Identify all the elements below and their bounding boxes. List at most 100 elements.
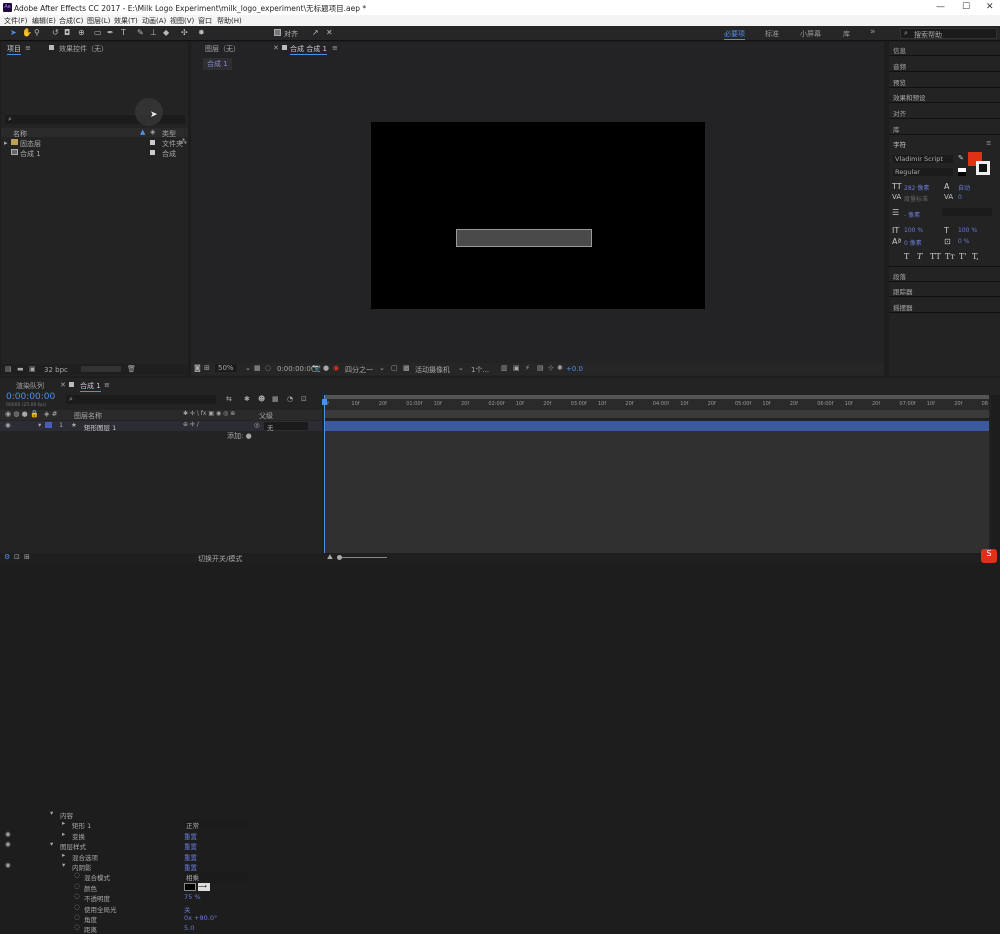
layer-name-column[interactable]: 图层名称 — [74, 411, 102, 421]
all-caps-button[interactable]: TT — [930, 252, 941, 261]
property-value[interactable]: 0x +90.0° — [184, 914, 217, 922]
eye-icon[interactable]: ◉ — [5, 421, 11, 429]
new-folder-icon[interactable]: ▬ — [17, 365, 24, 373]
chevron-down-icon[interactable]: ⌄ — [458, 364, 464, 372]
region-of-interest-icon[interactable]: ▢ — [391, 364, 398, 372]
stopwatch-icon[interactable]: ◌ — [74, 882, 80, 890]
property-row[interactable]: ◌ 角度 0x +90.0° — [0, 913, 322, 924]
subscript-button[interactable]: T, — [972, 252, 979, 261]
stopwatch-icon[interactable]: ◌ — [74, 923, 80, 931]
trash-icon[interactable]: 🗑 — [127, 365, 136, 373]
more-workspaces-button[interactable]: » — [870, 27, 876, 37]
property-row[interactable]: ◌ 颜色 ⟶ — [0, 882, 322, 893]
parent-pickwhip-icon[interactable]: ◎ — [254, 421, 260, 429]
project-tab-menu-icon[interactable]: ≡ — [25, 44, 31, 52]
interpret-footage-icon[interactable]: ▤ — [5, 365, 12, 373]
eye-icon[interactable]: ◉ — [5, 840, 11, 848]
expand-arrow-icon[interactable]: ▾ — [50, 840, 53, 848]
maximize-button[interactable]: ☐ — [962, 2, 970, 12]
workspace-small-screen[interactable]: 小屏幕 — [800, 29, 821, 39]
eyedropper-icon[interactable]: ✎ — [958, 154, 964, 162]
menu-file[interactable]: 文件(F) — [4, 16, 28, 26]
pixel-aspect-icon[interactable]: ▣ — [513, 364, 520, 372]
close-button[interactable]: ✕ — [986, 2, 994, 12]
font-family-dropdown[interactable]: Vladimir Script — [893, 155, 953, 163]
stroke-style-dropdown[interactable] — [942, 208, 992, 216]
panel-wiggler[interactable]: 摇摆器 — [893, 302, 913, 312]
rotate-tool-icon[interactable]: ↺ — [52, 28, 59, 37]
transparency-grid-icon[interactable]: ▩ — [403, 364, 410, 372]
stopwatch-icon[interactable]: ◌ — [74, 871, 80, 879]
panel-audio[interactable]: 音频 — [893, 61, 906, 71]
eraser-tool-icon[interactable]: ◆ — [163, 28, 169, 37]
camera-tool-icon[interactable]: ◘ — [64, 28, 70, 37]
stopwatch-icon[interactable]: ◌ — [74, 903, 80, 911]
selection-tool-icon[interactable]: ➤ — [10, 28, 17, 37]
panel-effects-presets[interactable]: 效果和预设 — [893, 92, 926, 102]
workspace-library[interactable]: 库 — [843, 29, 850, 39]
expand-arrow-icon[interactable]: ▾ — [62, 861, 65, 869]
timeline-icon[interactable]: ▤ — [537, 364, 544, 372]
comp-mini-flowchart-icon[interactable]: ⇆ — [226, 395, 232, 403]
panel-align[interactable]: 对齐 — [893, 108, 906, 118]
menu-composition[interactable]: 合成(C) — [59, 16, 83, 26]
expand-arrow-icon[interactable]: ▾ — [50, 809, 53, 817]
new-comp-icon[interactable]: ▣ — [29, 365, 36, 373]
expand-arrow-icon[interactable]: ▸ — [4, 139, 8, 147]
viewer-timecode[interactable]: 0:00:00:00 — [277, 365, 315, 373]
time-navigator[interactable] — [324, 410, 989, 418]
zoom-tool-icon[interactable]: ⚲ — [34, 28, 40, 37]
clone-stamp-tool-icon[interactable]: ⊥ — [150, 28, 157, 37]
project-item[interactable]: 合成 1 合成 — [1, 148, 188, 158]
parent-column[interactable]: 父级 — [259, 411, 273, 421]
kerning-value[interactable]: 度量标准 — [904, 194, 928, 203]
add-menu[interactable]: 添加: ● — [227, 431, 252, 441]
composition-canvas[interactable] — [371, 122, 705, 309]
panel-info[interactable]: 信息 — [893, 45, 906, 55]
time-ruler[interactable]: 0f10f20f01:00f10f20f02:00f10f20f03:00f10… — [324, 399, 989, 410]
color-swatch[interactable] — [184, 882, 196, 891]
tab-layer[interactable]: 图层（无） — [205, 44, 240, 54]
stopwatch-icon[interactable]: ◌ — [74, 892, 80, 900]
layer-row[interactable]: ◉ ▾ 1 ★ 矩形图层 1 ⊕ ✢ / ◎ 无 — [0, 421, 322, 432]
exposure-value[interactable]: +0.0 — [566, 365, 583, 373]
workspace-essentials[interactable]: 必要项 — [724, 29, 745, 40]
roto-brush-tool-icon[interactable]: ✣ — [181, 28, 188, 37]
align-checkbox[interactable] — [274, 29, 281, 36]
timeline-timecode[interactable]: 0:00:00:00 — [6, 392, 55, 402]
faux-italic-button[interactable]: T — [917, 252, 922, 261]
fast-preview-icon[interactable]: ⚡ — [525, 364, 530, 372]
chevron-down-icon[interactable]: ⌄ — [379, 364, 385, 372]
draft-3d-icon[interactable]: ✱ — [244, 395, 250, 403]
layer-duration-bar[interactable] — [324, 421, 989, 431]
stroke-width-value[interactable]: - 像素 — [904, 210, 920, 219]
tab-comp-timeline[interactable]: 合成 1 — [80, 381, 101, 392]
stroke-color-swatch[interactable] — [976, 161, 990, 175]
panel-menu-icon[interactable]: ≡ — [986, 139, 991, 147]
layout-icon[interactable]: ▥ — [501, 364, 508, 372]
menu-layer[interactable]: 图层(L) — [87, 16, 110, 26]
property-row[interactable]: ◌ 不透明度 75 % — [0, 892, 322, 903]
property-track-area[interactable] — [324, 431, 989, 563]
graph-editor-icon[interactable]: ⊡ — [301, 395, 307, 403]
show-channel-icon[interactable]: ● — [323, 364, 329, 372]
workspace-standard[interactable]: 标准 — [765, 29, 779, 39]
tab-composition[interactable]: 合成 合成 1 — [290, 44, 327, 55]
property-row[interactable]: ▾ 内容 — [0, 809, 322, 820]
views-dropdown[interactable]: 1个... — [471, 365, 489, 375]
playhead-handle[interactable] — [322, 399, 327, 405]
exposure-reset-icon[interactable]: ✺ — [557, 364, 563, 372]
layer-switches[interactable]: ⊕ ✢ / — [183, 421, 199, 428]
property-row[interactable]: ◉ ▾ 图层样式 重置 — [0, 840, 322, 851]
expand-arrow-icon[interactable]: ▾ — [38, 421, 41, 429]
font-size-value[interactable]: 282 像素 — [904, 183, 929, 192]
label-color-swatch[interactable] — [45, 422, 52, 428]
rectangle-tool-icon[interactable]: ▭ — [94, 28, 102, 37]
puppet-tool-icon[interactable]: ✸ — [198, 28, 205, 37]
grid-guides-icon[interactable]: ▦ — [254, 364, 261, 372]
tab-menu-icon[interactable]: ≡ — [332, 44, 338, 52]
type-tool-icon[interactable]: T — [121, 28, 126, 37]
menu-view[interactable]: 视图(V) — [170, 16, 194, 26]
pan-behind-tool-icon[interactable]: ⊕ — [78, 28, 85, 37]
close-tab-icon[interactable]: ✕ — [60, 381, 66, 389]
